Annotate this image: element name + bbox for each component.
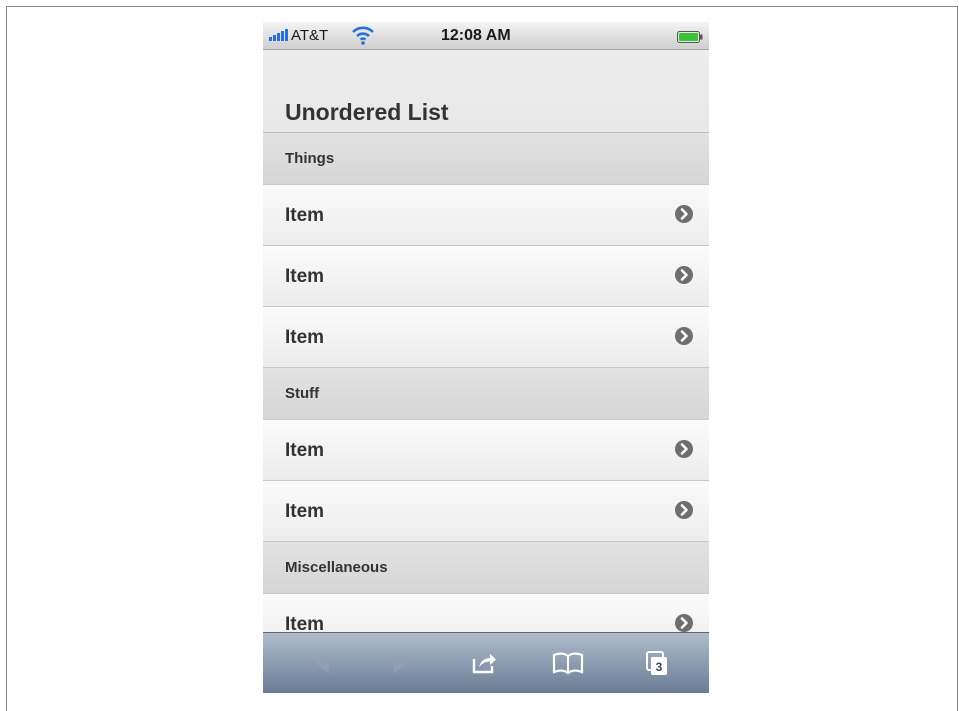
list-item[interactable]: Item — [263, 594, 709, 632]
battery-icon — [677, 30, 703, 47]
list-item-label: Item — [285, 266, 325, 287]
list-item[interactable]: Item — [263, 246, 709, 307]
chevron-right-icon — [675, 266, 693, 284]
carrier-label: AT&T — [291, 27, 329, 44]
browser-toolbar: 3 — [263, 632, 709, 693]
page-header: Unordered List — [263, 50, 709, 133]
pages-icon[interactable]: 3 — [641, 647, 673, 679]
clock-time: 12:08 AM — [441, 27, 511, 44]
list-item[interactable]: Item — [263, 307, 709, 368]
back-arrow-icon[interactable] — [307, 647, 339, 679]
list-item[interactable]: Item — [263, 420, 709, 481]
page-content: Unordered List Things Item Item Item Stu… — [263, 50, 709, 632]
list-divider-things: Things — [263, 133, 709, 185]
page-title: Unordered List — [285, 99, 449, 125]
list-item[interactable]: Item — [263, 185, 709, 246]
chevron-right-icon — [675, 614, 693, 632]
list-item-label: Item — [285, 205, 325, 226]
list-divider-stuff: Stuff — [263, 368, 709, 420]
list-item-label: Item — [285, 614, 325, 632]
list-item-label: Item — [285, 501, 325, 522]
chevron-right-icon — [675, 327, 693, 345]
signal-bars-icon — [269, 29, 288, 41]
chevron-right-icon — [675, 501, 693, 519]
share-icon[interactable] — [468, 647, 500, 679]
list-divider-miscellaneous: Miscellaneous — [263, 542, 709, 594]
wifi-icon — [351, 24, 375, 50]
pages-count: 3 — [656, 660, 663, 674]
chevron-right-icon — [675, 205, 693, 223]
status-bar: AT&T 12:08 AM — [263, 22, 709, 50]
list-item[interactable]: Item — [263, 481, 709, 542]
list-item-label: Item — [285, 327, 325, 348]
bookmarks-icon[interactable] — [550, 647, 584, 679]
chevron-right-icon — [675, 440, 693, 458]
list-item-label: Item — [285, 440, 325, 461]
phone-screen: AT&T 12:08 AM Unordered List Things Item — [263, 22, 709, 693]
forward-arrow-icon[interactable] — [384, 647, 416, 679]
